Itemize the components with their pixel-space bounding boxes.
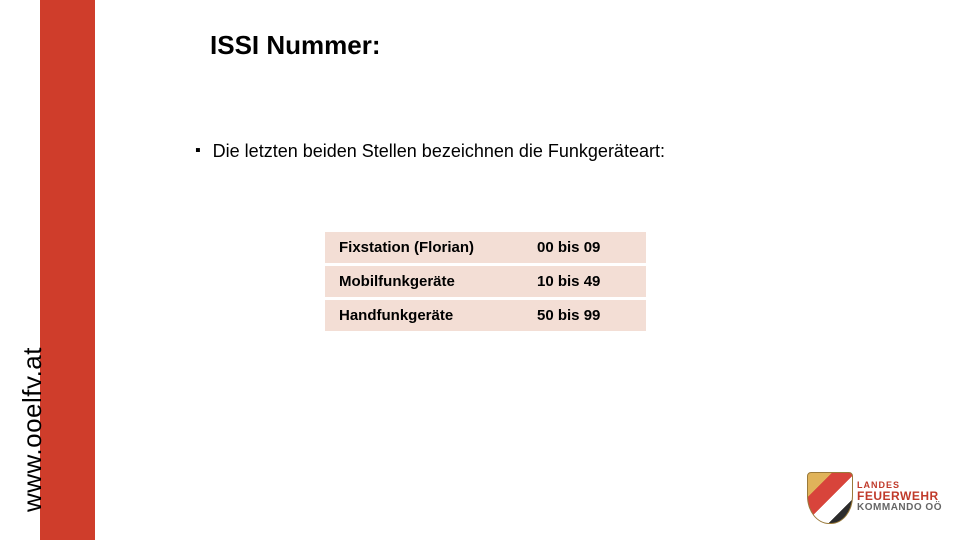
page-title: ISSI Nummer: [210, 30, 381, 61]
logo-line3: KOMMANDO OÖ [857, 503, 942, 514]
crest-icon [807, 472, 851, 522]
bullet-icon: ▪ [195, 140, 201, 162]
cell-label: Fixstation (Florian) [325, 232, 523, 265]
accent-bar [40, 0, 95, 540]
device-type-table: Fixstation (Florian) 00 bis 09 Mobilfunk… [325, 232, 646, 334]
bullet-text: Die letzten beiden Stellen bezeichnen di… [213, 140, 665, 162]
bullet-item: ▪ Die letzten beiden Stellen bezeichnen … [195, 140, 665, 162]
table-row: Fixstation (Florian) 00 bis 09 [325, 232, 646, 265]
cell-label: Handfunkgeräte [325, 299, 523, 333]
sidebar-url: www.ooelfv.at [17, 347, 48, 512]
logo-line2: FEUERWEHR [857, 490, 942, 503]
cell-range: 00 bis 09 [523, 232, 646, 265]
logo-text: LANDES FEUERWEHR KOMMANDO OÖ [857, 481, 942, 514]
footer-logo: LANDES FEUERWEHR KOMMANDO OÖ [807, 472, 942, 522]
table-row: Handfunkgeräte 50 bis 99 [325, 299, 646, 333]
cell-label: Mobilfunkgeräte [325, 265, 523, 299]
table-row: Mobilfunkgeräte 10 bis 49 [325, 265, 646, 299]
cell-range: 50 bis 99 [523, 299, 646, 333]
cell-range: 10 bis 49 [523, 265, 646, 299]
slide: www.ooelfv.at ISSI Nummer: ▪ Die letzten… [0, 0, 960, 540]
